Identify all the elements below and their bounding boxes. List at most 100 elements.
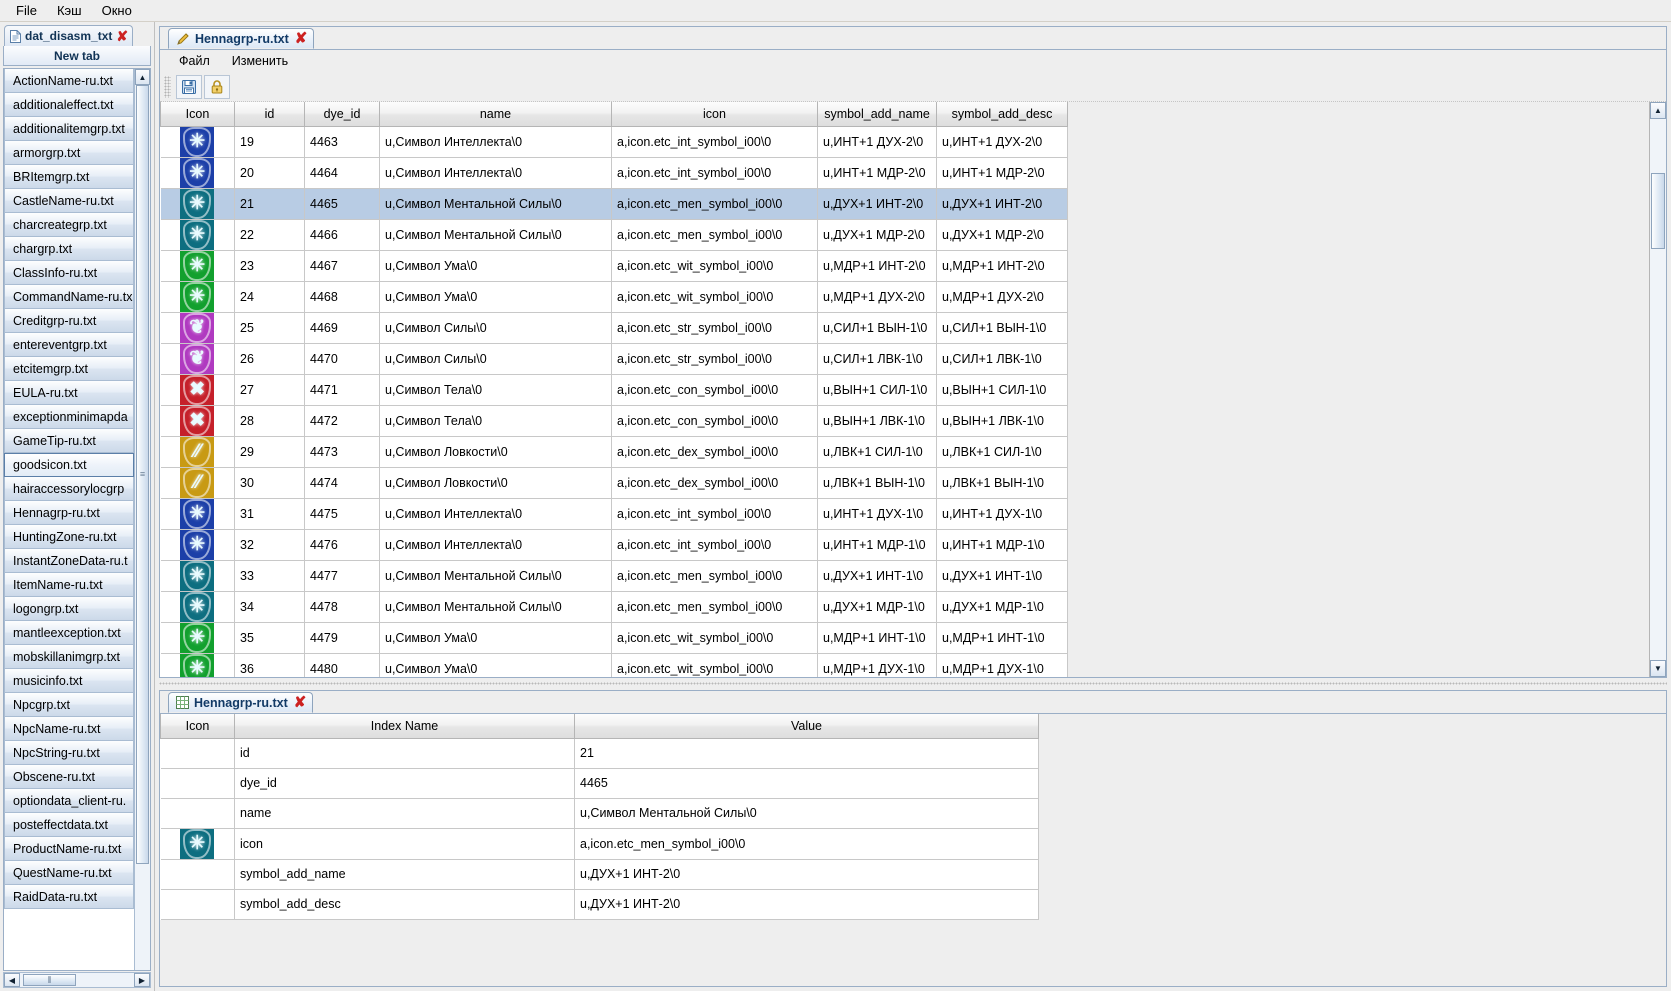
file-list-item[interactable]: Creditgrp-ru.txt [4, 309, 134, 333]
table-cell-icon[interactable]: ✳ [160, 250, 235, 282]
file-list-item[interactable]: musicinfo.txt [4, 669, 134, 693]
table-cell-id[interactable]: 31 [234, 498, 305, 530]
table-cell-id[interactable]: 21 [234, 188, 305, 220]
detail-row[interactable]: name u,Символ Ментальной Силы\0 [160, 798, 1039, 829]
table-cell-symbol-add-name[interactable]: u,ИНТ+1 МДР-2\0 [817, 157, 937, 189]
table-cell-id[interactable]: 26 [234, 343, 305, 375]
file-list[interactable]: ActionName-ru.txt additionaleffect.txt add… [4, 69, 134, 970]
table-cell-symbol-add-name[interactable]: u,ВЫН+1 СИЛ-1\0 [817, 374, 937, 406]
table-cell-icon-path[interactable]: a,icon.etc_con_symbol_i00\0 [611, 405, 818, 437]
table-cell-icon[interactable]: ✳ [160, 653, 235, 677]
table-cell-icon-path[interactable]: a,icon.etc_dex_symbol_i00\0 [611, 436, 818, 468]
file-list-hscrollbar[interactable]: ◀ ⦀ ▶ [3, 972, 151, 988]
detail-data-table[interactable]: Icon Index Name Value id 21 dye_id 4465 name u,… [160, 714, 1039, 920]
file-list-item[interactable]: logongrp.txt [4, 597, 134, 621]
table-cell-icon-path[interactable]: a,icon.etc_int_symbol_i00\0 [611, 529, 818, 561]
column-header[interactable]: name [379, 102, 612, 127]
column-header[interactable]: icon [611, 102, 818, 127]
file-list-item[interactable]: optiondata_client-ru. [4, 789, 134, 813]
detail-cell-index-name[interactable]: symbol_add_desc [234, 889, 575, 920]
table-cell-dye-id[interactable]: 4466 [304, 219, 380, 251]
file-list-item[interactable]: charcreategrp.txt [4, 213, 134, 237]
file-list-item[interactable]: Hennagrp-ru.txt [4, 501, 134, 525]
table-cell-icon[interactable]: ✖ [160, 405, 235, 437]
table-cell-symbol-add-name[interactable]: u,ДУХ+1 ИНТ-1\0 [817, 560, 937, 592]
table-cell-name[interactable]: u,Символ Ментальной Силы\0 [379, 560, 612, 592]
table-cell-symbol-add-desc[interactable]: u,ИНТ+1 МДР-1\0 [936, 529, 1068, 561]
table-row[interactable]: ✳ 24 4468 u,Символ Ума\0 a,icon.etc_wit_symb… [160, 281, 1068, 313]
file-list-item[interactable]: CastleName-ru.txt [4, 189, 134, 213]
close-icon[interactable]: ✘ [295, 31, 308, 46]
table-cell-name[interactable]: u,Символ Тела\0 [379, 374, 612, 406]
file-list-item[interactable]: BRItemgrp.txt [4, 165, 134, 189]
file-list-item[interactable]: ActionName-ru.txt [4, 69, 134, 93]
table-cell-icon[interactable]: ✳ [160, 126, 235, 158]
table-cell-symbol-add-desc[interactable]: u,ДУХ+1 МДР-1\0 [936, 591, 1068, 623]
table-cell-icon-path[interactable]: a,icon.etc_int_symbol_i00\0 [611, 498, 818, 530]
file-list-item[interactable]: EULA-ru.txt [4, 381, 134, 405]
table-cell-name[interactable]: u,Символ Ментальной Силы\0 [379, 219, 612, 251]
detail-cell-icon[interactable] [160, 859, 235, 890]
file-list-item[interactable]: additionalitemgrp.txt [4, 117, 134, 141]
file-list-item[interactable]: armorgrp.txt [4, 141, 134, 165]
table-cell-symbol-add-name[interactable]: u,ИНТ+1 ДУХ-1\0 [817, 498, 937, 530]
file-list-vscrollbar[interactable]: ▲ ≡ [134, 69, 150, 970]
file-list-item[interactable]: entereventgrp.txt [4, 333, 134, 357]
table-cell-id[interactable]: 20 [234, 157, 305, 189]
table-cell-symbol-add-desc[interactable]: u,МДР+1 ДУХ-1\0 [936, 653, 1068, 677]
table-cell-id[interactable]: 23 [234, 250, 305, 282]
table-row[interactable]: ✳ 20 4464 u,Символ Интеллекта\0 a,icon.etc_i… [160, 157, 1068, 189]
table-cell-id[interactable]: 32 [234, 529, 305, 561]
hscroll-thumb[interactable]: ⦀ [23, 974, 76, 986]
column-header[interactable]: Icon [160, 714, 235, 739]
menu-file[interactable]: File [6, 1, 47, 20]
table-row[interactable]: ❦ 25 4469 u,Символ Силы\0 a,icon.etc_str_sym… [160, 312, 1068, 344]
table-cell-symbol-add-name[interactable]: u,СИЛ+1 ВЫН-1\0 [817, 312, 937, 344]
table-row[interactable]: ✳ 19 4463 u,Символ Интеллекта\0 a,icon.etc_i… [160, 126, 1068, 158]
close-icon[interactable]: ✘ [294, 695, 307, 710]
scroll-right-icon[interactable]: ▶ [134, 973, 150, 987]
table-cell-dye-id[interactable]: 4463 [304, 126, 380, 158]
horizontal-splitter[interactable] [159, 680, 1667, 688]
sidebar-tab-dat-disasm[interactable]: dat_disasm_txt ✘ [4, 25, 134, 46]
table-cell-symbol-add-desc[interactable]: u,ЛВК+1 СИЛ-1\0 [936, 436, 1068, 468]
table-cell-symbol-add-desc[interactable]: u,ИНТ+1 МДР-2\0 [936, 157, 1068, 189]
lock-button[interactable] [204, 74, 230, 99]
table-cell-dye-id[interactable]: 4479 [304, 622, 380, 654]
detail-cell-icon[interactable]: ✳ [160, 828, 235, 860]
table-cell-icon-path[interactable]: a,icon.etc_wit_symbol_i00\0 [611, 622, 818, 654]
table-cell-dye-id[interactable]: 4475 [304, 498, 380, 530]
editor-data-table[interactable]: Icon id dye_id name icon symbol_add_name symbo… [160, 102, 1068, 677]
column-header[interactable]: Index Name [234, 714, 575, 739]
table-cell-icon[interactable]: ⁄⁄ [160, 467, 235, 499]
table-cell-symbol-add-name[interactable]: u,ИНТ+1 ДУХ-2\0 [817, 126, 937, 158]
table-cell-symbol-add-name[interactable]: u,ЛВК+1 ВЫН-1\0 [817, 467, 937, 499]
table-cell-symbol-add-name[interactable]: u,СИЛ+1 ЛВК-1\0 [817, 343, 937, 375]
table-cell-name[interactable]: u,Символ Интеллекта\0 [379, 529, 612, 561]
table-cell-id[interactable]: 22 [234, 219, 305, 251]
column-header[interactable]: dye_id [304, 102, 380, 127]
detail-cell-index-name[interactable]: id [234, 738, 575, 769]
new-tab-button[interactable]: New tab [3, 46, 151, 66]
detail-cell-icon[interactable] [160, 738, 235, 769]
table-cell-symbol-add-name[interactable]: u,МДР+1 ДУХ-1\0 [817, 653, 937, 677]
file-list-item[interactable]: chargrp.txt [4, 237, 134, 261]
table-cell-dye-id[interactable]: 4472 [304, 405, 380, 437]
table-cell-symbol-add-name[interactable]: u,МДР+1 ДУХ-2\0 [817, 281, 937, 313]
table-cell-symbol-add-desc[interactable]: u,ВЫН+1 СИЛ-1\0 [936, 374, 1068, 406]
file-list-item[interactable]: RaidData-ru.txt [4, 885, 134, 909]
table-cell-icon[interactable]: ⁄⁄ [160, 436, 235, 468]
table-cell-icon[interactable]: ✳ [160, 157, 235, 189]
file-list-item[interactable]: ClassInfo-ru.txt [4, 261, 134, 285]
table-cell-icon[interactable]: ❦ [160, 312, 235, 344]
table-cell-symbol-add-desc[interactable]: u,ДУХ+1 ИНТ-2\0 [936, 188, 1068, 220]
table-cell-symbol-add-name[interactable]: u,МДР+1 ИНТ-1\0 [817, 622, 937, 654]
table-cell-name[interactable]: u,Символ Ментальной Силы\0 [379, 188, 612, 220]
detail-cell-index-name[interactable]: icon [234, 828, 575, 860]
file-list-item[interactable]: etcitemgrp.txt [4, 357, 134, 381]
close-icon[interactable]: ✘ [116, 29, 128, 43]
table-cell-icon-path[interactable]: a,icon.etc_men_symbol_i00\0 [611, 219, 818, 251]
table-cell-dye-id[interactable]: 4464 [304, 157, 380, 189]
vscroll-track[interactable] [1650, 119, 1666, 660]
table-cell-icon-path[interactable]: a,icon.etc_wit_symbol_i00\0 [611, 250, 818, 282]
